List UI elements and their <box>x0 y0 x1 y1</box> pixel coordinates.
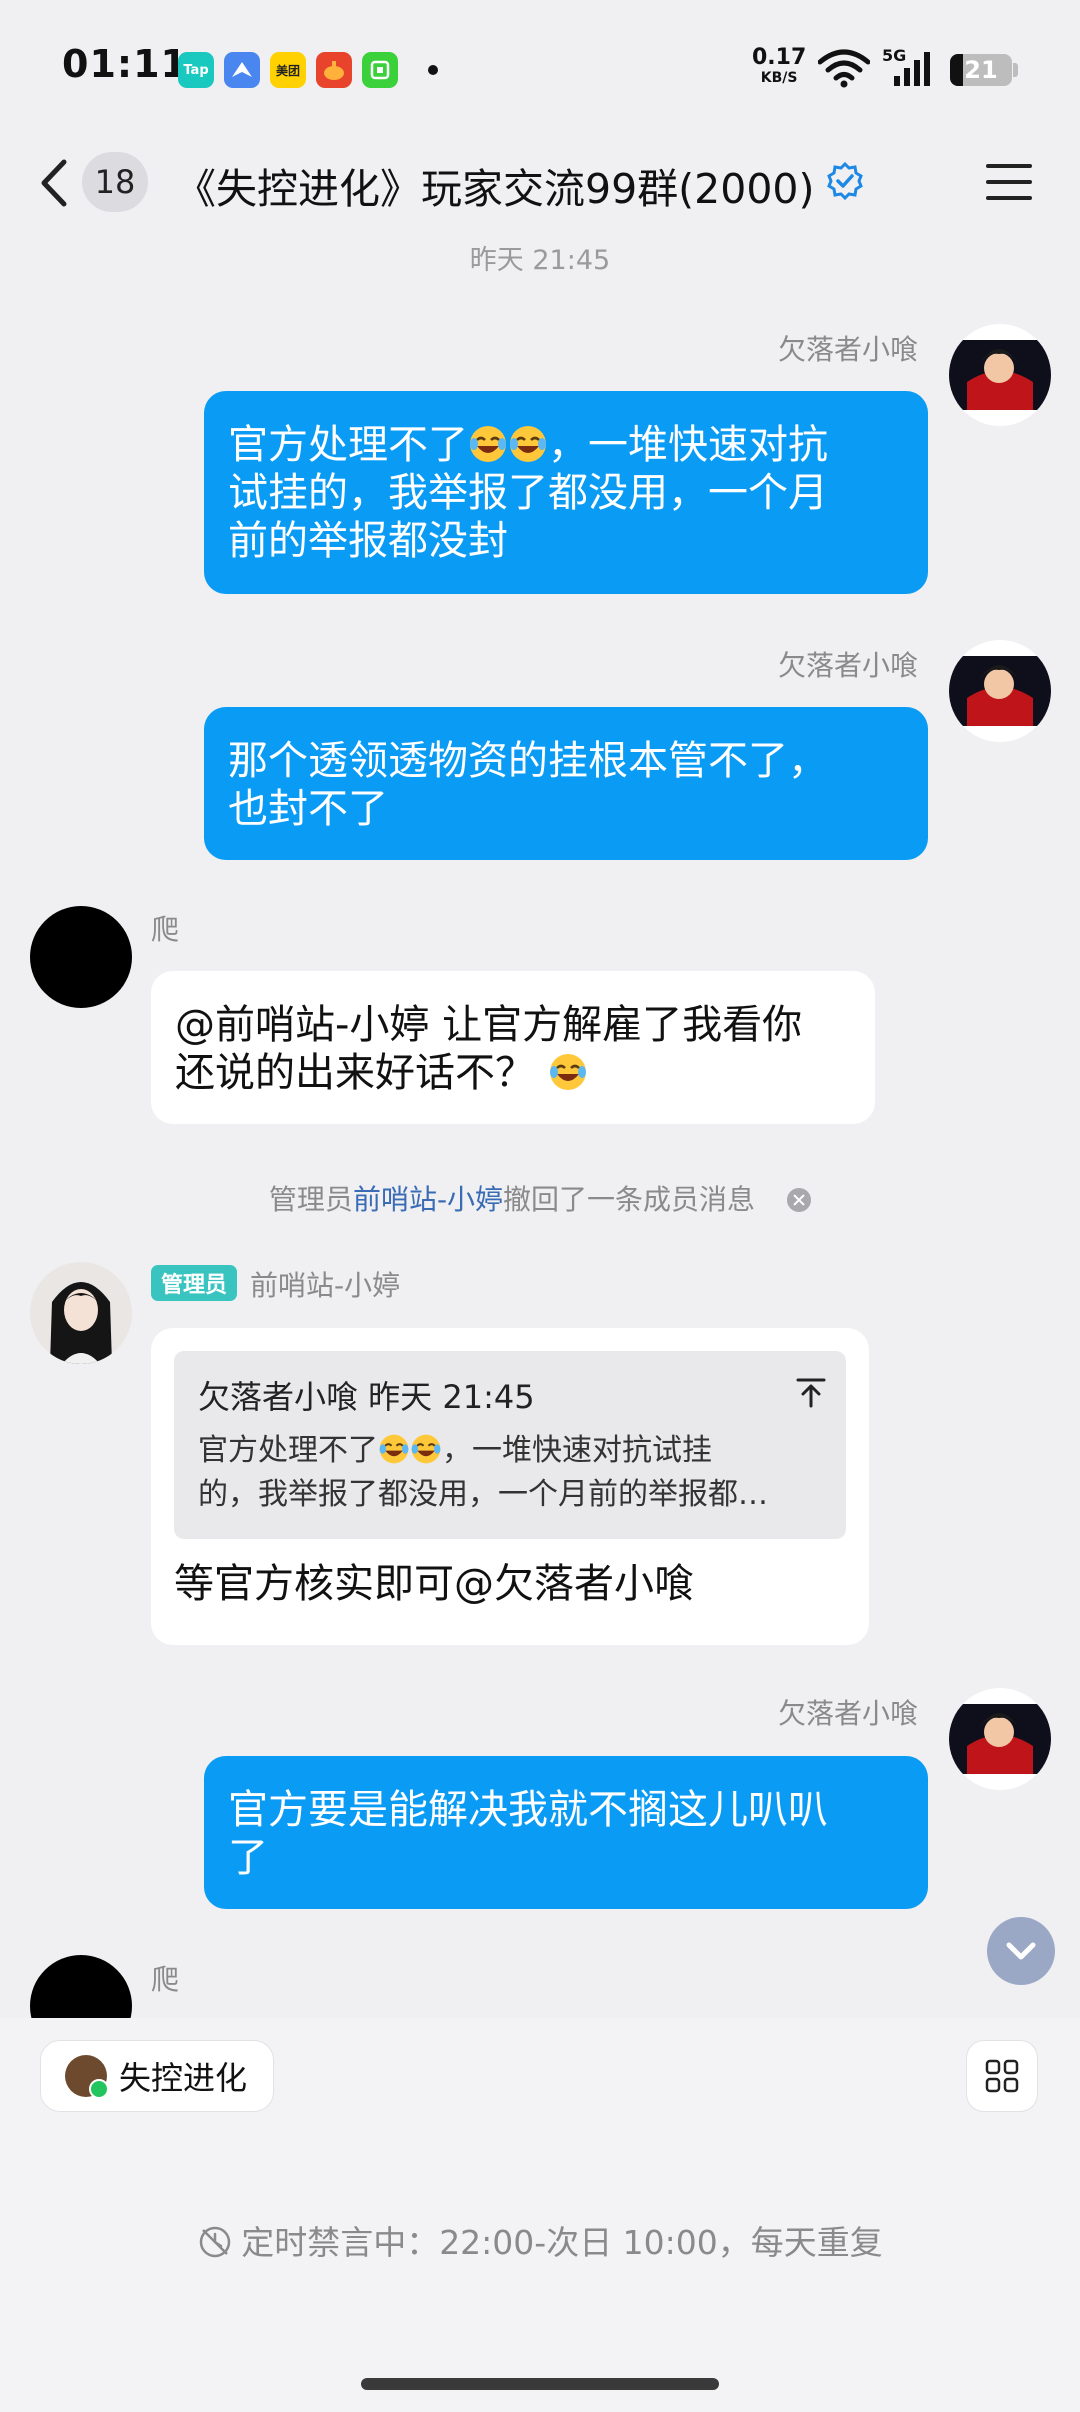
message-text: 等官方核实即可@欠落者小喰 <box>174 1561 694 1607</box>
tap-icon: Tap <box>178 52 214 88</box>
message-text: 官方处理不了 ，一堆快速对抗 试挂的，我举报了都没用，一个月 前的举报都没封 <box>228 422 828 564</box>
laughing-emoji-icon <box>379 1434 409 1464</box>
meituan-icon: 美团 <box>270 52 306 88</box>
message-bubble[interactable]: 那个透领透物资的挂根本管不了， 也封不了 <box>204 707 928 860</box>
avatar[interactable] <box>949 324 1051 426</box>
laughing-emoji-icon <box>510 426 546 462</box>
laughing-emoji-icon <box>470 426 506 462</box>
battery-tip <box>1013 63 1018 77</box>
sender-name: 欠落者小喰 <box>777 1697 918 1730</box>
game-logo-icon <box>65 2055 109 2099</box>
grid-icon <box>985 2059 1019 2093</box>
laughing-emoji-icon <box>411 1434 441 1464</box>
message-bubble[interactable]: @前哨站-小婷 让官方解雇了我看你 还说的出来好话不？ <box>151 971 875 1124</box>
message-text: @前哨站-小婷 让官方解雇了我看你 还说的出来好话不？ <box>175 1002 803 1096</box>
chat-title[interactable]: 《失控进化》玩家交流99群(2000) <box>175 155 815 215</box>
bird-app-icon <box>224 52 260 88</box>
sender-name: 爬 <box>151 913 180 946</box>
menu-icon[interactable] <box>984 160 1034 204</box>
message-bubble[interactable]: 官方处理不了 ，一堆快速对抗 试挂的，我举报了都没用，一个月 前的举报都没封 <box>204 391 928 594</box>
message-text: 那个透领透物资的挂根本管不了， 也封不了 <box>228 738 828 832</box>
verified-icon <box>826 161 864 201</box>
apps-grid-button[interactable] <box>966 2040 1038 2112</box>
mute-icon <box>199 2226 231 2258</box>
status-time: 01:11 <box>62 42 188 86</box>
system-message: 管理员前哨站-小婷撤回了一条成员消息 <box>0 1178 1080 1218</box>
wifi-icon <box>817 48 871 92</box>
time-divider: 昨天 21:45 <box>469 245 611 276</box>
shortcut-label: 失控进化 <box>119 2059 248 2097</box>
network-speed: 0.17 KB/S <box>752 45 807 87</box>
scroll-to-bottom-button[interactable] <box>987 1917 1055 1985</box>
jump-to-top-icon[interactable] <box>794 1373 828 1421</box>
back-icon[interactable] <box>30 152 80 214</box>
message-bubble[interactable]: 欠落者小喰 昨天 21:45 官方处理不了 ，一堆快速对抗试挂 的，我举报了都没用，… <box>151 1328 869 1645</box>
sender-name: 欠落者小喰 <box>777 649 918 682</box>
message-text: 官方要是能解决我就不搁这儿叭叭了 <box>228 1787 828 1881</box>
notification-dot <box>428 65 438 75</box>
quote-header: 欠落者小喰 昨天 21:45 <box>198 1378 535 1416</box>
game-shortcut-chip[interactable]: 失控进化 <box>40 2040 275 2112</box>
mention-link[interactable]: 前哨站-小婷 <box>353 1183 503 1216</box>
sender-name: 前哨站-小婷 <box>250 1269 401 1302</box>
signal-icon <box>892 50 936 92</box>
green-app-icon <box>362 52 398 88</box>
mute-notice: 定时禁言中：22:00-次日 10:00，每天重复 <box>0 2216 1080 2264</box>
sender-name: 欠落者小喰 <box>777 333 918 366</box>
message-bubble[interactable]: 官方要是能解决我就不搁这儿叭叭了 <box>204 1756 928 1909</box>
avatar[interactable] <box>30 906 132 1008</box>
avatar[interactable] <box>949 1688 1051 1790</box>
home-indicator[interactable] <box>361 2378 719 2390</box>
quote-text: 官方处理不了 ，一堆快速对抗试挂 的，我举报了都没用，一个月前的举报都… <box>198 1433 768 1512</box>
admin-role-badge: 管理员 <box>151 1265 238 1301</box>
red-app-icon <box>316 52 352 88</box>
avatar[interactable] <box>949 640 1051 742</box>
crying-laughing-emoji-icon <box>549 1054 586 1090</box>
close-icon[interactable] <box>787 1188 812 1212</box>
avatar[interactable] <box>30 1262 132 1364</box>
battery-indicator: 21 <box>950 54 1012 86</box>
quoted-message[interactable]: 欠落者小喰 昨天 21:45 官方处理不了 ，一堆快速对抗试挂 的，我举报了都没用，… <box>174 1351 846 1539</box>
online-dot <box>89 2079 109 2099</box>
unread-count-badge[interactable]: 18 <box>82 152 148 212</box>
sender-name: 爬 <box>151 1963 180 1996</box>
